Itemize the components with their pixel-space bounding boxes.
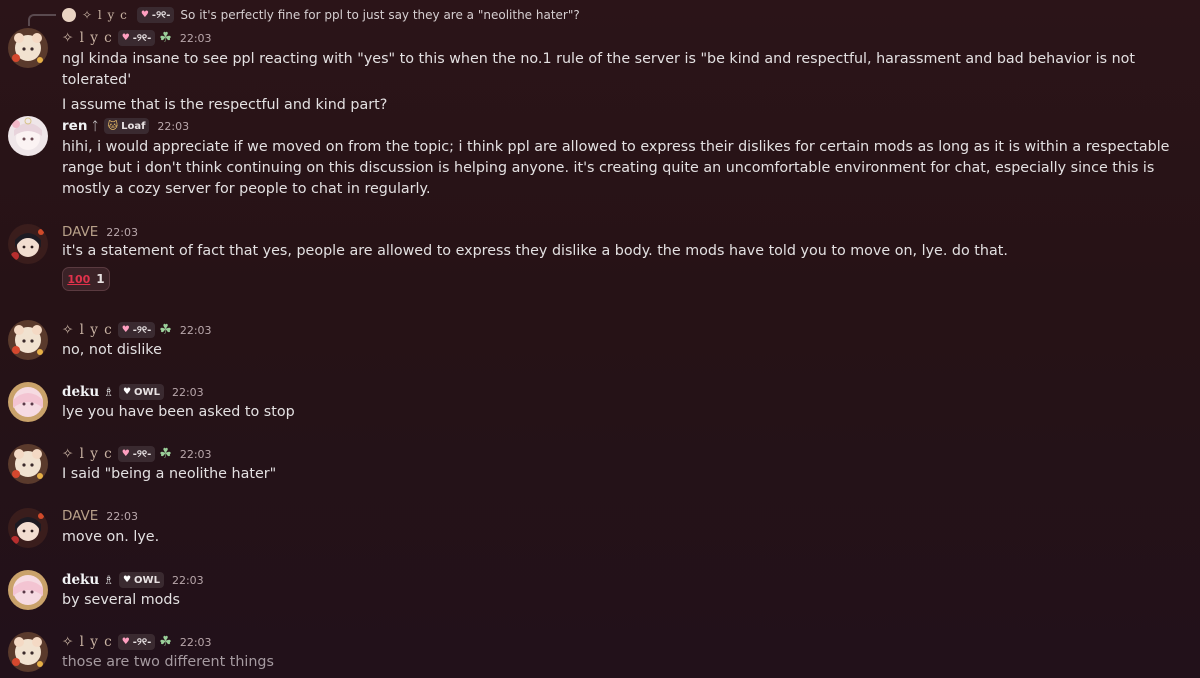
message-text: ngl kinda insane to see ppl reacting wit… bbox=[62, 49, 1186, 116]
heart-icon: ♥ bbox=[121, 637, 130, 647]
message-text: lye you have been asked to stop bbox=[62, 404, 295, 420]
chat-log: ✧ l y c ♥ -୨୧- So it's perfectly fine for… bbox=[0, 0, 1200, 678]
avatar[interactable] bbox=[8, 632, 48, 672]
message: ✧ l y c ♥ -୨୧- ☘ 22:03 I said "being a ne… bbox=[0, 442, 1200, 486]
reply-connector bbox=[28, 14, 56, 26]
message-header: DAVE 22:03 bbox=[62, 222, 138, 242]
author-name[interactable]: ✧ l y c bbox=[62, 30, 113, 46]
timestamp[interactable]: 22:03 bbox=[180, 32, 212, 45]
message-header: ren ᛏ 🐱 Loaf 22:03 bbox=[62, 116, 189, 136]
message: DAVE 22:03 it's a statement of fact that… bbox=[0, 222, 1200, 298]
timestamp[interactable]: 22:03 bbox=[106, 226, 138, 239]
timestamp[interactable]: 22:03 bbox=[180, 324, 212, 337]
message-line: I assume that is the respectful and kind… bbox=[62, 97, 388, 113]
reply-preview[interactable]: ✧ l y c ♥ -୨୧- So it's perfectly fine for… bbox=[62, 6, 580, 24]
message: deku ♗ ♥ OWL 22:03 by several mods bbox=[0, 568, 1200, 612]
timestamp[interactable]: 22:03 bbox=[180, 636, 212, 649]
clover-icon: ☘ bbox=[159, 30, 172, 46]
server-tag[interactable]: ♥ OWL bbox=[118, 384, 164, 400]
server-tag[interactable]: ♥ -୨୧- bbox=[117, 634, 156, 650]
avatar[interactable] bbox=[8, 444, 48, 484]
avatar[interactable] bbox=[8, 28, 48, 68]
reply-author[interactable]: ✧ l y c bbox=[82, 8, 128, 22]
cat-icon: 🐱 bbox=[107, 120, 119, 132]
message: ✧ l y c ♥ -୨୧- ☘ 22:03 ngl kinda insane t… bbox=[0, 26, 1200, 113]
avatar[interactable] bbox=[8, 320, 48, 360]
clover-icon: ☘ bbox=[159, 322, 172, 338]
message-text: by several mods bbox=[62, 592, 180, 608]
reply-text[interactable]: So it's perfectly fine for ppl to just s… bbox=[180, 8, 579, 22]
heart-icon: ♥ bbox=[121, 33, 130, 43]
clover-icon: ☘ bbox=[159, 634, 172, 650]
heart-icon: ♥ bbox=[122, 575, 132, 585]
message: deku ♗ ♥ OWL 22:03 lye you have been aske… bbox=[0, 380, 1200, 424]
server-tag[interactable]: ♥ -୨୧- bbox=[117, 322, 156, 338]
author-name[interactable]: deku bbox=[62, 572, 99, 588]
author-name[interactable]: ren bbox=[62, 118, 87, 134]
message-line: ngl kinda insane to see ppl reacting wit… bbox=[62, 51, 1135, 88]
heart-icon: ♥ bbox=[121, 325, 130, 335]
clover-icon: ☘ bbox=[159, 446, 172, 462]
message: ren ᛏ 🐱 Loaf 22:03 hihi, i would apprecia… bbox=[0, 116, 1200, 206]
role-glyph-icon: ᛏ bbox=[91, 119, 99, 133]
message-text: move on. lye. bbox=[62, 529, 160, 545]
server-tag[interactable]: ♥ -୨୧- bbox=[117, 446, 156, 462]
timestamp[interactable]: 22:03 bbox=[157, 120, 189, 133]
author-name[interactable]: deku bbox=[62, 384, 99, 400]
hundred-points-icon: 100 bbox=[67, 272, 91, 286]
author-name[interactable]: DAVE bbox=[62, 224, 98, 240]
message-header: ✧ l y c ♥ -୨୧- ☘ 22:03 bbox=[62, 28, 212, 48]
avatar[interactable] bbox=[8, 116, 48, 156]
server-tag[interactable]: ♥ OWL bbox=[118, 572, 164, 588]
reaction-count: 1 bbox=[96, 272, 105, 286]
author-name[interactable]: ✧ l y c bbox=[62, 322, 113, 338]
server-tag[interactable]: 🐱 Loaf bbox=[103, 118, 150, 134]
message-header: DAVE 22:03 bbox=[62, 506, 138, 526]
message: ✧ l y c ♥ -୨୧- ☘ 22:03 those are two diff… bbox=[0, 630, 1200, 676]
message: DAVE 22:03 move on. lye. bbox=[0, 506, 1200, 550]
message-header: ✧ l y c ♥ -୨୧- ☘ 22:03 bbox=[62, 632, 212, 652]
reaction-button[interactable]: 100 1 bbox=[62, 267, 110, 291]
avatar[interactable] bbox=[8, 382, 48, 422]
message: ✧ l y c ♥ -୨୧- ☘ 22:03 no, not dislike bbox=[0, 318, 1200, 362]
avatar[interactable] bbox=[8, 508, 48, 548]
message-text: no, not dislike bbox=[62, 342, 162, 358]
message-text: I said "being a neolithe hater" bbox=[62, 466, 277, 482]
reply-author-tag: ♥ -୨୧- bbox=[136, 7, 175, 23]
reply-avatar bbox=[62, 8, 76, 22]
heart-icon: ♥ bbox=[140, 10, 149, 20]
role-glyph-icon: ♗ bbox=[103, 385, 114, 399]
server-tag[interactable]: ♥ -୨୧- bbox=[117, 30, 156, 46]
heart-icon: ♥ bbox=[122, 387, 132, 397]
role-glyph-icon: ♗ bbox=[103, 573, 114, 587]
message-header: deku ♗ ♥ OWL 22:03 bbox=[62, 382, 204, 402]
message-header: ✧ l y c ♥ -୨୧- ☘ 22:03 bbox=[62, 320, 212, 340]
message-text: it's a statement of fact that yes, peopl… bbox=[62, 243, 1008, 259]
timestamp[interactable]: 22:03 bbox=[180, 448, 212, 461]
author-name[interactable]: DAVE bbox=[62, 508, 98, 524]
avatar[interactable] bbox=[8, 570, 48, 610]
timestamp[interactable]: 22:03 bbox=[172, 386, 204, 399]
timestamp[interactable]: 22:03 bbox=[172, 574, 204, 587]
message-header: deku ♗ ♥ OWL 22:03 bbox=[62, 570, 204, 590]
message-header: ✧ l y c ♥ -୨୧- ☘ 22:03 bbox=[62, 444, 212, 464]
timestamp[interactable]: 22:03 bbox=[106, 510, 138, 523]
message-text: those are two different things bbox=[62, 654, 274, 670]
avatar[interactable] bbox=[8, 224, 48, 264]
author-name[interactable]: ✧ l y c bbox=[62, 446, 113, 462]
author-name[interactable]: ✧ l y c bbox=[62, 634, 113, 650]
heart-icon: ♥ bbox=[121, 449, 130, 459]
message-text: hihi, i would appreciate if we moved on … bbox=[62, 139, 1170, 197]
